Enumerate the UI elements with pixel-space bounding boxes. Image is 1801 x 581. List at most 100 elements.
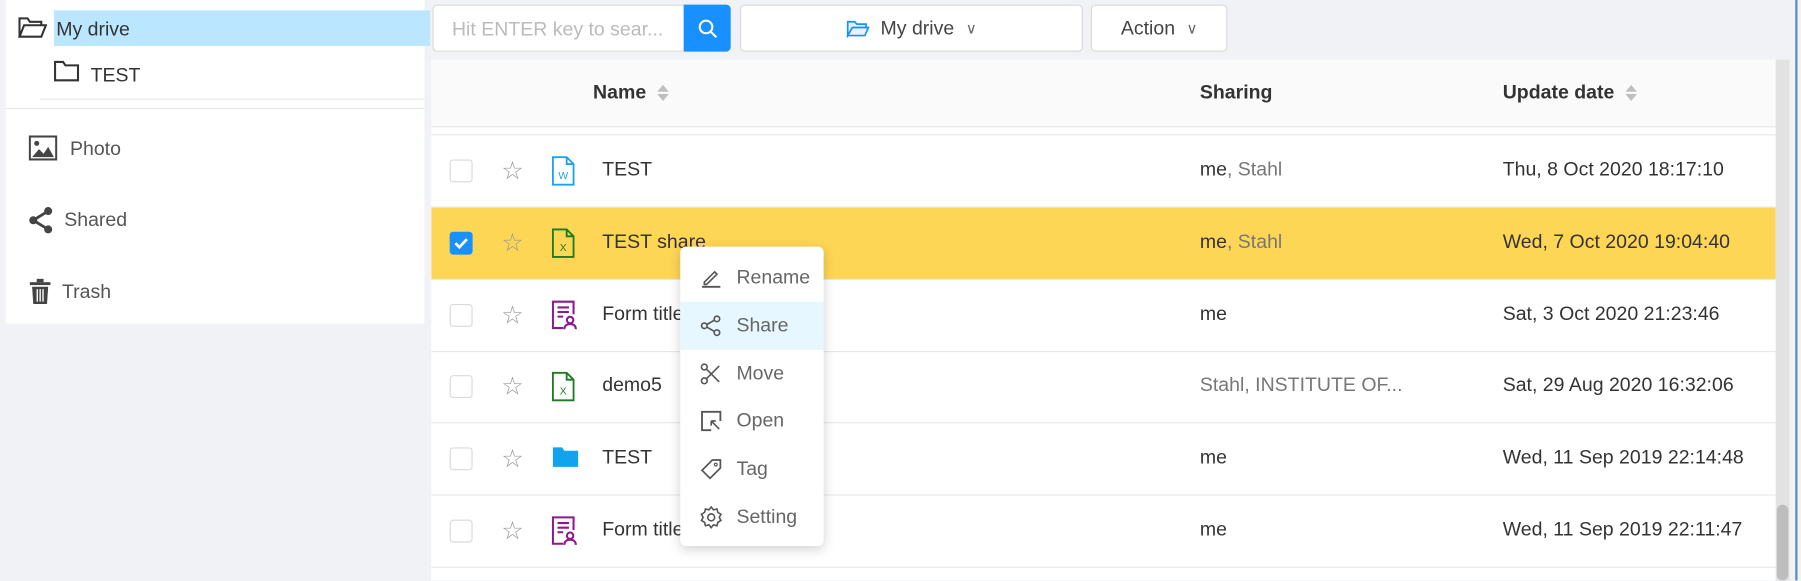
row-checkbox[interactable] — [449, 447, 473, 471]
search-field[interactable] — [432, 4, 684, 53]
open-icon — [701, 411, 722, 432]
form-file-icon — [551, 516, 577, 552]
sidebar-item-shared[interactable]: Shared — [6, 197, 425, 243]
sharing-cell: me — [1200, 302, 1227, 325]
tree-item-test[interactable]: TEST — [91, 64, 141, 87]
share-icon — [700, 315, 721, 336]
check-icon — [454, 238, 468, 249]
update-date: Wed, 7 Oct 2020 19:04:40 — [1502, 230, 1731, 253]
sharing-cell: me — [1200, 518, 1227, 541]
sidebar-item-label: Photo — [69, 137, 121, 160]
folder-icon — [54, 60, 80, 82]
action-dropdown[interactable]: Action ∨ — [1090, 4, 1228, 52]
word-file-icon: W — [551, 156, 575, 192]
search-input[interactable] — [449, 5, 684, 53]
action-label: Action — [1120, 16, 1176, 39]
star-icon[interactable]: ☆ — [501, 516, 524, 546]
menu-item-share[interactable]: Share — [680, 301, 824, 350]
file-name[interactable]: TEST — [602, 446, 652, 469]
row-checkbox[interactable] — [449, 303, 473, 327]
form-file-icon — [551, 300, 577, 336]
file-manager: My drive TEST Photo Shared Trash My driv… — [0, 0, 1801, 581]
excel-file-icon: X — [551, 372, 575, 408]
sidebar-item-photo[interactable]: Photo — [6, 126, 425, 172]
menu-item-setting[interactable]: Setting — [680, 493, 823, 541]
star-icon[interactable]: ☆ — [501, 300, 524, 330]
column-update-date[interactable]: Update date — [1503, 81, 1638, 104]
row-checkbox[interactable] — [449, 159, 473, 183]
tag-icon — [700, 459, 722, 480]
search-button[interactable] — [683, 4, 731, 52]
star-icon[interactable]: ☆ — [501, 156, 524, 186]
column-name[interactable]: Name — [593, 81, 670, 104]
chevron-down-icon: ∨ — [1186, 18, 1198, 37]
location-label: My drive — [880, 16, 955, 39]
row-checkbox[interactable] — [449, 231, 473, 255]
file-name[interactable]: Form title — [602, 302, 683, 325]
window-edge — [1795, 0, 1798, 581]
file-name[interactable]: Form title — [602, 518, 683, 541]
sharing-owner: me — [1199, 230, 1227, 253]
chevron-down-icon: ∨ — [965, 18, 977, 37]
star-icon[interactable]: ☆ — [501, 444, 524, 474]
folder-file-icon — [552, 444, 580, 475]
sharing-others: Stahl, INSTITUTE OF... — [1199, 374, 1403, 397]
row-checkbox[interactable] — [449, 375, 473, 399]
file-name[interactable]: demo5 — [602, 374, 662, 397]
sort-icon — [657, 84, 670, 101]
location-dropdown[interactable]: My drive ∨ — [739, 4, 1083, 52]
menu-item-rename[interactable]: Rename — [680, 254, 823, 302]
sharing-owner: me — [1199, 518, 1227, 541]
search-icon — [698, 19, 717, 38]
menu-item-label: Move — [736, 362, 785, 384]
sharing-others: , Stahl — [1226, 230, 1283, 253]
folder-open-icon — [846, 20, 870, 38]
svg-text:W: W — [558, 171, 568, 182]
table-row[interactable]: ☆ Form title me Sat, 3 Oct 2020 21:23:46 — [431, 279, 1776, 352]
update-date: Sat, 29 Aug 2020 16:32:06 — [1502, 374, 1734, 397]
table-row[interactable]: ☆ X demo5 Stahl, INSTITUTE OF... Sat, 29… — [431, 351, 1776, 424]
svg-text:X: X — [560, 243, 567, 254]
divider — [5, 107, 425, 109]
star-icon[interactable]: ☆ — [501, 228, 524, 258]
row-checkbox[interactable] — [449, 519, 473, 543]
sharing-others: , Stahl — [1226, 158, 1283, 181]
menu-item-open[interactable]: Open — [680, 397, 823, 445]
table-row[interactable]: ☆ TEST me Wed, 11 Sep 2019 22:14:48 — [431, 423, 1776, 496]
file-table: Name Sharing Update date ☆ W TEST me, St… — [431, 59, 1776, 581]
sort-icon — [1625, 84, 1638, 101]
sharing-cell: Stahl, INSTITUTE OF... — [1200, 374, 1403, 397]
sidebar-item-label: Shared — [64, 208, 128, 231]
scrollbar[interactable] — [1775, 59, 1790, 581]
sidebar-item-trash[interactable]: Trash — [6, 270, 425, 316]
menu-item-label: Setting — [736, 505, 798, 528]
file-name[interactable]: TEST — [602, 158, 652, 181]
update-date: Wed, 11 Sep 2019 22:14:48 — [1502, 446, 1744, 469]
table-row[interactable]: ☆ Form title me Wed, 11 Sep 2019 22:11:4… — [431, 496, 1776, 568]
sidebar: My drive TEST Photo Shared Trash — [5, 0, 431, 324]
sharing-owner: me — [1199, 158, 1227, 181]
menu-item-label: Tag — [736, 457, 768, 480]
svg-text:X: X — [560, 387, 567, 398]
trash-icon — [29, 278, 51, 304]
context-menu: Rename Share Move Open Tag Setting — [680, 246, 824, 547]
sidebar-item-label: Trash — [61, 281, 112, 303]
star-icon[interactable]: ☆ — [501, 372, 524, 402]
table-row[interactable]: ☆ X TEST share me, Stahl Wed, 7 Oct 2020… — [431, 207, 1776, 280]
menu-item-label: Rename — [736, 266, 811, 288]
menu-item-move[interactable]: Move — [680, 349, 823, 397]
scrollbar-thumb[interactable] — [1776, 504, 1789, 581]
column-label: Sharing — [1199, 81, 1273, 104]
table-row[interactable]: ☆ W TEST me, Stahl Thu, 8 Oct 2020 18:17… — [431, 135, 1776, 208]
column-sharing: Sharing — [1200, 81, 1273, 104]
folder-open-icon — [17, 17, 48, 38]
gear-icon — [700, 505, 723, 529]
menu-item-tag[interactable]: Tag — [680, 445, 823, 493]
sharing-cell: me, Stahl — [1200, 230, 1282, 253]
table-header: Name Sharing Update date — [431, 59, 1776, 128]
scissors-icon — [700, 362, 720, 385]
column-label: Name — [593, 81, 647, 104]
menu-item-label: Open — [736, 409, 785, 432]
update-date: Wed, 11 Sep 2019 22:11:47 — [1502, 518, 1743, 541]
edit-icon — [702, 270, 721, 288]
